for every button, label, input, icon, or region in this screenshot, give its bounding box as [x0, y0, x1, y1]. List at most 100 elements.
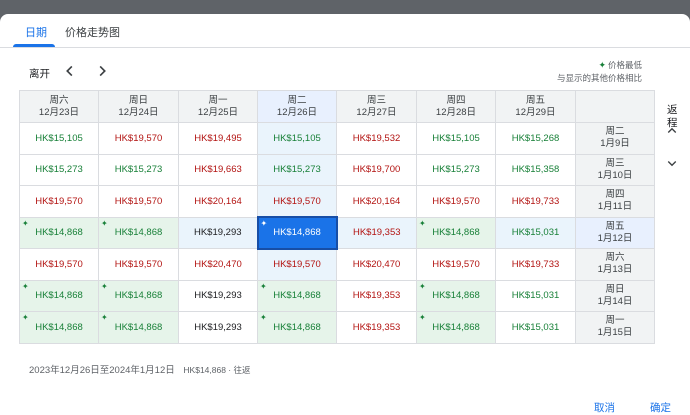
price-cell[interactable]: HK$19,663 — [178, 153, 258, 186]
price-cell[interactable]: HK$19,353 — [336, 279, 417, 312]
table-row: HK$15,273 HK$15,273 HK$19,663 HK$15,273 HK$1… — [19, 153, 655, 186]
price-cell[interactable]: HK$20,164 — [178, 185, 258, 218]
row-weekday: 周一 — [605, 315, 625, 327]
price-cell[interactable]: ✦ HK$14,868 — [257, 311, 337, 344]
date-grid-dialog: 日期 价格走势图 离开 ✦ 价格最低 与显示的其他价格相比 周六 12月23日 周日… — [0, 14, 690, 415]
cancel-button[interactable]: 取消 — [594, 400, 615, 415]
price-cell[interactable]: ✦ HK$14,868 — [98, 311, 179, 344]
depart-date-header[interactable]: 周日 12月24日 — [98, 90, 179, 123]
price-label: HK$19,733 — [511, 195, 560, 207]
price-cell[interactable]: HK$19,570 — [98, 122, 179, 155]
price-cell[interactable]: ✦ HK$14,868 — [98, 216, 179, 249]
price-cell[interactable]: HK$20,470 — [178, 248, 258, 281]
price-cell[interactable]: HK$19,570 — [416, 248, 496, 281]
price-cell[interactable]: ✦ HK$14,868 — [416, 279, 496, 312]
price-label: HK$19,570 — [35, 258, 83, 270]
tab-price-graph[interactable]: 价格走势图 — [65, 24, 120, 40]
return-date-header[interactable]: 周五 1月12日 — [575, 216, 655, 249]
grid-corner — [575, 90, 655, 123]
price-cell[interactable]: HK$19,570 — [98, 185, 179, 218]
price-cell[interactable]: HK$19,570 — [416, 185, 496, 218]
price-cell[interactable]: ✦ HK$14,868 — [19, 279, 99, 312]
price-cell[interactable]: HK$19,733 — [495, 248, 576, 281]
price-cell[interactable]: HK$15,105 — [416, 122, 496, 155]
row-weekday: 周四 — [605, 189, 625, 201]
price-cell[interactable]: HK$19,570 — [19, 185, 99, 218]
price-cell[interactable]: HK$19,532 — [336, 122, 417, 155]
depart-date-header[interactable]: 周六 12月23日 — [19, 90, 99, 123]
return-date-header[interactable]: 周一 1月15日 — [575, 311, 655, 344]
price-label: HK$14,868 — [432, 227, 480, 239]
price-cell[interactable]: HK$20,470 — [336, 248, 417, 281]
table-row: ✦ HK$14,868 ✦ HK$14,868 HK$19,293 ✦ HK$14,868 H… — [19, 311, 655, 344]
price-cell[interactable]: HK$19,700 — [336, 153, 417, 186]
price-cell[interactable]: HK$15,031 — [495, 216, 576, 249]
price-cell[interactable]: ✦ HK$14,868 — [256, 216, 338, 250]
price-label: HK$15,273 — [432, 164, 480, 176]
price-cell[interactable]: HK$19,353 — [336, 311, 417, 344]
price-cell[interactable]: HK$15,031 — [495, 279, 576, 312]
price-label: HK$15,105 — [273, 132, 321, 144]
price-cell[interactable]: HK$15,031 — [495, 311, 576, 344]
price-label: HK$14,868 — [35, 321, 83, 333]
price-cell[interactable]: HK$15,273 — [19, 153, 99, 186]
return-date-header[interactable]: 周二 1月9日 — [575, 122, 655, 155]
price-cell[interactable]: HK$15,273 — [257, 153, 337, 186]
price-cell[interactable]: ✦ HK$14,868 — [416, 311, 496, 344]
legend-lowest: ✦ 价格最低 — [598, 59, 642, 71]
price-cell[interactable]: HK$19,293 — [178, 216, 258, 249]
price-cell[interactable]: ✦ HK$14,868 — [257, 279, 337, 312]
price-cell[interactable]: HK$15,105 — [257, 122, 337, 155]
price-cell[interactable]: HK$15,273 — [416, 153, 496, 186]
depart-date-header[interactable]: 周一 12月25日 — [178, 90, 258, 123]
price-cell[interactable]: ✦ HK$14,868 — [416, 216, 496, 249]
row-weekday: 周日 — [605, 283, 625, 295]
price-cell[interactable]: HK$15,273 — [98, 153, 179, 186]
table-row: ✦ HK$14,868 ✦ HK$14,868 HK$19,293 ✦ HK$14,868 H… — [19, 216, 655, 250]
price-cell[interactable]: HK$20,164 — [336, 185, 417, 218]
price-label: HK$15,273 — [114, 164, 163, 176]
price-cell[interactable]: ✦ HK$14,868 — [19, 216, 99, 249]
price-cell[interactable]: HK$19,353 — [336, 216, 417, 249]
price-cell[interactable]: ✦ HK$14,868 — [19, 311, 99, 344]
return-earlier-button[interactable] — [663, 122, 681, 140]
price-cell[interactable]: HK$19,495 — [178, 122, 258, 155]
chevron-up-icon — [667, 127, 677, 133]
header-weekday: 周日 — [128, 94, 148, 106]
return-date-header[interactable]: 周三 1月10日 — [575, 153, 655, 186]
depart-date-header[interactable]: 周四 12月28日 — [416, 90, 496, 123]
price-cell[interactable]: HK$19,570 — [257, 248, 337, 281]
depart-date-header[interactable]: 周三 12月27日 — [336, 90, 417, 123]
return-date-header[interactable]: 周日 1月14日 — [575, 279, 655, 312]
return-later-button[interactable] — [663, 154, 681, 172]
return-date-header[interactable]: 周四 1月11日 — [575, 185, 655, 218]
price-cell[interactable]: HK$19,570 — [98, 248, 179, 281]
price-label: HK$19,293 — [193, 227, 242, 239]
price-cell[interactable]: ✦ HK$14,868 — [98, 279, 179, 312]
price-cell[interactable]: HK$19,570 — [257, 185, 337, 218]
previous-week-button[interactable] — [59, 60, 81, 82]
next-week-button[interactable] — [91, 60, 113, 82]
price-label: HK$19,570 — [273, 259, 321, 270]
price-cell[interactable]: HK$15,268 — [495, 122, 576, 155]
depart-date-header[interactable]: 周二 12月26日 — [257, 90, 337, 123]
depart-date-header[interactable]: 周五 12月29日 — [495, 90, 576, 123]
row-weekday: 周二 — [605, 126, 625, 138]
row-weekday: 周五 — [605, 220, 625, 232]
price-label: HK$15,105 — [432, 132, 480, 144]
price-label: HK$19,353 — [352, 290, 401, 302]
price-cell[interactable]: HK$19,570 — [19, 248, 99, 281]
header-date: 12月24日 — [118, 106, 159, 118]
table-row: HK$19,570 HK$19,570 HK$20,470 HK$19,570 HK$2… — [19, 248, 655, 281]
price-cell[interactable]: HK$19,733 — [495, 185, 576, 218]
sparkle-icon: ✦ — [22, 313, 29, 322]
confirm-button[interactable]: 确定 — [650, 400, 671, 415]
price-cell[interactable]: HK$15,358 — [495, 153, 576, 186]
return-date-header[interactable]: 周六 1月13日 — [575, 248, 655, 281]
header-weekday: 周六 — [49, 94, 69, 106]
price-cell[interactable]: HK$19,293 — [178, 279, 258, 312]
price-cell[interactable]: HK$19,293 — [178, 311, 258, 344]
sparkle-icon: ✦ — [598, 59, 606, 70]
price-cell[interactable]: HK$15,105 — [19, 122, 99, 155]
tab-dates[interactable]: 日期 — [25, 24, 47, 40]
